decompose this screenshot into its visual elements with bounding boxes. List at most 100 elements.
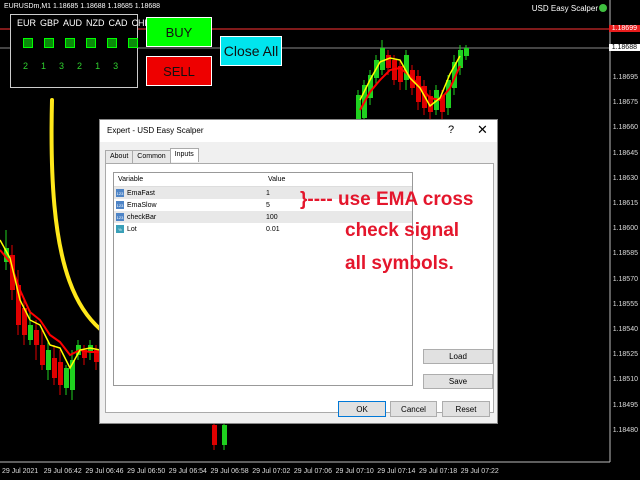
reset-button[interactable]: Reset — [442, 401, 490, 417]
symbol-label: NZD — [86, 18, 105, 28]
sell-button[interactable]: SELL — [146, 56, 212, 86]
value-cell[interactable]: 0.01 — [264, 223, 280, 235]
signal-light — [65, 38, 75, 48]
bear-candle — [40, 345, 45, 365]
bull-candle — [446, 80, 451, 108]
tab-about[interactable]: About — [105, 150, 134, 164]
time-label: 29 Jul 06:42 — [43, 468, 82, 475]
time-label: 29 Jul 07:10 — [335, 468, 374, 475]
signal-count: 1 — [95, 61, 101, 71]
signal-count: 1 — [41, 61, 47, 71]
price-label: 1.18675 — [612, 99, 638, 107]
value-cell[interactable]: 1 — [264, 187, 270, 199]
bear-candle — [34, 330, 39, 345]
variable-cell: 123 EmaFast — [114, 187, 264, 199]
column-variable: Variable — [118, 176, 144, 183]
int-type-icon: 123 — [116, 213, 124, 221]
price-label: 1.18480 — [612, 426, 638, 434]
time-label: 29 Jul 06:50 — [127, 468, 166, 475]
cancel-button[interactable]: Cancel — [390, 401, 437, 417]
price-label: 1.18695 — [612, 74, 638, 81]
time-label: 29 Jul 07:18 — [419, 468, 458, 475]
symbol-info: EURUSDm,M1 1.18685 1.18688 1.18685 1.186… — [4, 3, 161, 10]
time-label: 29 Jul 07:02 — [252, 468, 291, 475]
signal-count: 3 — [113, 61, 119, 71]
dialog-tabs: About Common Inputs — [105, 148, 199, 164]
bear-candle — [386, 55, 391, 68]
bull-candle — [28, 325, 33, 340]
signal-light — [86, 38, 96, 48]
value-cell[interactable]: 100 — [264, 211, 278, 223]
signal-count: 2 — [77, 61, 83, 71]
tab-common[interactable]: Common — [132, 150, 171, 164]
symbol-label: AUD — [63, 18, 83, 28]
price-label: 1.18600 — [612, 225, 638, 233]
annotation-line-1: }---- use EMA cross — [300, 189, 474, 210]
tab-inputs[interactable]: Inputs — [169, 148, 199, 162]
count-row: 2 1 3 2 1 3 — [23, 61, 118, 71]
dialog-titlebar: Expert - USD Easy Scalper ? ✕ — [100, 120, 497, 142]
dialog-title: Expert - USD Easy Scalper — [107, 126, 204, 135]
close-icon[interactable]: ✕ — [477, 122, 488, 138]
price-label: 1.18510 — [612, 376, 638, 384]
signal-panel: EUR GBP AUD NZD CAD CHF 2 1 3 2 1 3 — [10, 14, 150, 88]
price-label: 1.18525 — [612, 351, 638, 359]
signal-light — [23, 38, 33, 48]
bull-candle — [46, 350, 51, 370]
time-label: 29 Jul 06:54 — [168, 468, 207, 475]
bear-candle — [52, 358, 57, 378]
signal-light — [128, 38, 138, 48]
variable-cell: 123 checkBar — [114, 211, 264, 223]
price-label: 1.18645 — [612, 149, 638, 157]
buy-button[interactable]: BUY — [146, 17, 212, 47]
int-type-icon: 123 — [116, 189, 124, 197]
annotation-line-3: all symbols. — [345, 253, 454, 274]
int-type-icon: 123 — [116, 201, 124, 209]
variable-cell: ½ Lot — [114, 223, 264, 235]
time-label: 29 Jul 07:06 — [293, 468, 333, 475]
ask-price-badge: 1.18699 — [608, 25, 640, 32]
bull-candle — [64, 368, 69, 388]
variable-name: Lot — [127, 225, 137, 233]
variable-name: EmaFast — [127, 189, 156, 197]
signal-light — [44, 38, 54, 48]
price-label: 1.18660 — [612, 124, 638, 132]
ok-button[interactable]: OK — [338, 401, 386, 417]
time-label: 29 Jul 07:22 — [460, 468, 499, 475]
value-cell[interactable]: 5 — [264, 199, 270, 211]
symbol-label: EUR — [17, 18, 37, 28]
bear-candle — [58, 362, 63, 385]
load-button[interactable]: Load — [423, 349, 493, 364]
time-label: 29 Jul 2021 — [2, 468, 39, 475]
price-label: 1.18540 — [612, 326, 638, 333]
table-header: Variable Value — [114, 173, 412, 187]
bull-candle — [464, 48, 469, 56]
ea-name: USD Easy Scalper — [531, 4, 598, 13]
signal-lights — [23, 38, 138, 48]
smiley-icon — [599, 4, 607, 12]
symbol-row: EUR GBP AUD NZD CAD CHF — [17, 18, 150, 28]
bear-candle — [212, 425, 217, 445]
help-button[interactable]: ? — [448, 124, 454, 136]
time-label: 29 Jul 07:14 — [377, 468, 416, 475]
variable-cell: 123 EmaSlow — [114, 199, 264, 211]
annotation-line-2: check signal — [345, 220, 460, 241]
price-label: 1.18570 — [612, 275, 638, 283]
symbol-label: CAD — [108, 18, 128, 28]
save-button[interactable]: Save — [423, 374, 493, 389]
time-label: 29 Jul 06:58 — [210, 468, 249, 475]
variable-name: checkBar — [127, 213, 157, 221]
column-value: Value — [268, 176, 286, 183]
price-label: 1.18555 — [612, 300, 638, 308]
time-label: 29 Jul 06:46 — [85, 468, 124, 475]
bid-price-badge: 1.18688 — [608, 44, 640, 51]
bull-candle — [222, 425, 227, 445]
price-label: 1.18630 — [612, 174, 638, 182]
signal-count: 2 — [23, 61, 29, 71]
price-label: 1.18495 — [612, 401, 638, 409]
double-type-icon: ½ — [116, 225, 124, 233]
close-all-button[interactable]: Close All — [220, 36, 282, 66]
signal-count: 3 — [59, 61, 65, 71]
signal-light — [107, 38, 117, 48]
symbol-label: GBP — [40, 18, 60, 28]
